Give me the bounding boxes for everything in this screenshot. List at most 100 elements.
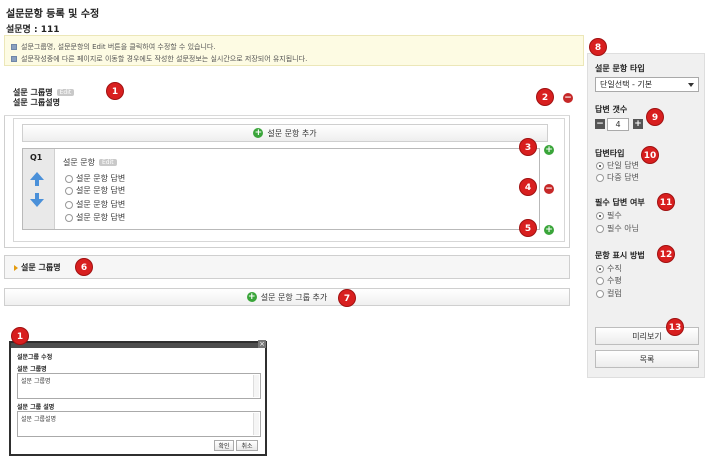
- question-number: Q1: [30, 153, 43, 162]
- answer-count-input[interactable]: 4: [607, 118, 629, 131]
- notice-box: 설문그룹명, 설문문항의 Edit 버튼을 클릭하여 수정할 수 있습니다. 설…: [4, 35, 584, 66]
- group-description: 설문 그룹설명: [13, 98, 60, 107]
- scrollbar[interactable]: [253, 413, 259, 435]
- cancel-button[interactable]: 취소: [236, 440, 258, 451]
- answer-option[interactable]: 설문 문항 답변: [65, 199, 125, 210]
- add-icon: [246, 292, 257, 302]
- dialog-title: 설문그룹 수정: [17, 354, 53, 361]
- move-up-icon[interactable]: [30, 172, 44, 180]
- callout-marker: 4: [519, 178, 537, 196]
- callout-marker: 2: [536, 88, 554, 106]
- radio-icon[interactable]: [65, 213, 73, 222]
- add-group-button[interactable]: 설문 문항 그룹 추가: [4, 288, 570, 306]
- close-icon[interactable]: ×: [258, 340, 266, 348]
- callout-marker: 12: [657, 245, 675, 263]
- add-icon: [253, 128, 264, 138]
- increment-button[interactable]: +: [633, 119, 643, 129]
- answer-label: 설문 문항 답변: [76, 200, 126, 209]
- answer-type-option[interactable]: 다중 답변: [596, 172, 639, 183]
- callout-marker: 9: [646, 108, 664, 126]
- callout-marker: 7: [338, 289, 356, 307]
- notice-line-1: 설문그룹명, 설문문항의 Edit 버튼을 클릭하여 수정할 수 있습니다.: [11, 42, 216, 52]
- answer-option[interactable]: 설문 문항 답변: [65, 173, 125, 184]
- dialog-name-label: 설문 그룹명: [17, 366, 47, 373]
- move-up-icon-stem[interactable]: [35, 180, 39, 186]
- required-option[interactable]: 필수 아님: [596, 223, 639, 234]
- add-answer-icon[interactable]: [544, 225, 554, 235]
- group-name-field[interactable]: 설문 그룹명: [17, 373, 261, 399]
- survey-name: 설문명 : 111: [6, 25, 60, 35]
- group-description-field[interactable]: 설문 그룹설명: [17, 411, 261, 437]
- option-label: 수평: [607, 276, 622, 285]
- required-option[interactable]: 필수: [596, 210, 622, 221]
- question-type-value: 단일선택 - 기본: [600, 80, 653, 89]
- layout-label: 문항 표시 방법: [595, 251, 645, 260]
- expand-arrow-icon: [14, 264, 18, 271]
- list-button[interactable]: 목록: [595, 350, 699, 368]
- option-label: 수직: [607, 264, 622, 273]
- remove-group-icon[interactable]: [563, 93, 573, 103]
- chevron-down-icon: [688, 83, 694, 87]
- answer-option[interactable]: 설문 문항 답변: [65, 185, 125, 196]
- group-header: [4, 80, 570, 116]
- radio-icon[interactable]: [596, 264, 604, 273]
- callout-marker: 1: [106, 82, 124, 100]
- remove-question-icon[interactable]: [544, 184, 554, 194]
- move-down-icon[interactable]: [30, 199, 44, 207]
- answer-label: 설문 문항 답변: [76, 213, 126, 222]
- option-label: 필수: [607, 211, 622, 220]
- option-label: 컬럼: [607, 289, 622, 298]
- group-name-text: 설문 그룹명: [13, 88, 53, 97]
- answer-label: 설문 문항 답변: [76, 186, 126, 195]
- callout-marker: 8: [589, 38, 607, 56]
- callout-marker: 3: [519, 138, 537, 156]
- question-type-label: 설문 문항 타입: [595, 64, 645, 73]
- question-text-label: 설문 문항: [63, 158, 95, 167]
- dialog-desc-label: 설문 그룹 설명: [17, 404, 55, 411]
- group-name-field-value: 설문 그룹명: [21, 378, 51, 385]
- radio-icon[interactable]: [596, 276, 604, 285]
- notice-text-1: 설문그룹명, 설문문항의 Edit 버튼을 클릭하여 수정할 수 있습니다.: [21, 43, 216, 51]
- answer-type-option[interactable]: 단일 답변: [596, 160, 639, 171]
- option-label: 다중 답변: [607, 173, 639, 182]
- group-edit-button[interactable]: Edit: [56, 89, 75, 96]
- group-description-field-value: 설문 그룹설명: [21, 416, 57, 423]
- radio-icon[interactable]: [596, 289, 604, 298]
- layout-option[interactable]: 수평: [596, 275, 622, 286]
- radio-icon[interactable]: [65, 200, 73, 209]
- add-group-label: 설문 문항 그룹 추가: [260, 292, 328, 302]
- callout-marker: 13: [666, 318, 684, 336]
- radio-icon[interactable]: [596, 224, 604, 233]
- answer-count-label: 답변 갯수: [595, 105, 628, 114]
- radio-icon[interactable]: [596, 173, 604, 182]
- page-title: 설문문항 등록 및 수정: [6, 9, 100, 20]
- info-bullet-icon: [11, 56, 17, 62]
- callout-marker: 1: [11, 327, 29, 345]
- answer-option[interactable]: 설문 문항 답변: [65, 212, 125, 223]
- question-edit-button[interactable]: Edit: [98, 159, 117, 166]
- layout-option[interactable]: 수직: [596, 263, 622, 274]
- group-2-name[interactable]: 설문 그룹명: [14, 262, 61, 273]
- callout-marker: 6: [75, 258, 93, 276]
- question-text: 설문 문항 Edit: [63, 157, 117, 168]
- radio-icon[interactable]: [596, 161, 604, 170]
- option-label: 단일 답변: [607, 161, 639, 170]
- radio-icon[interactable]: [596, 211, 604, 220]
- confirm-button[interactable]: 확인: [214, 440, 234, 451]
- info-bullet-icon: [11, 44, 17, 50]
- radio-icon[interactable]: [65, 174, 73, 183]
- callout-marker: 11: [657, 193, 675, 211]
- dialog-titlebar: [11, 343, 265, 348]
- notice-line-2: 설문작성중에 다른 페이지로 이동할 경우에도 작성한 설문정보는 실시간으로 …: [11, 54, 307, 64]
- notice-text-2: 설문작성중에 다른 페이지로 이동할 경우에도 작성한 설문정보는 실시간으로 …: [21, 55, 308, 63]
- add-question-icon[interactable]: [544, 145, 554, 155]
- scrollbar[interactable]: [253, 375, 259, 397]
- callout-marker: 5: [519, 219, 537, 237]
- decrement-button[interactable]: −: [595, 119, 605, 129]
- layout-option[interactable]: 컬럼: [596, 288, 622, 299]
- add-question-button[interactable]: 설문 문항 추가: [22, 124, 548, 142]
- radio-icon[interactable]: [65, 186, 73, 195]
- option-label: 필수 아님: [607, 224, 639, 233]
- required-label: 필수 답변 여부: [595, 198, 645, 207]
- question-type-select[interactable]: 단일선택 - 기본: [595, 77, 699, 92]
